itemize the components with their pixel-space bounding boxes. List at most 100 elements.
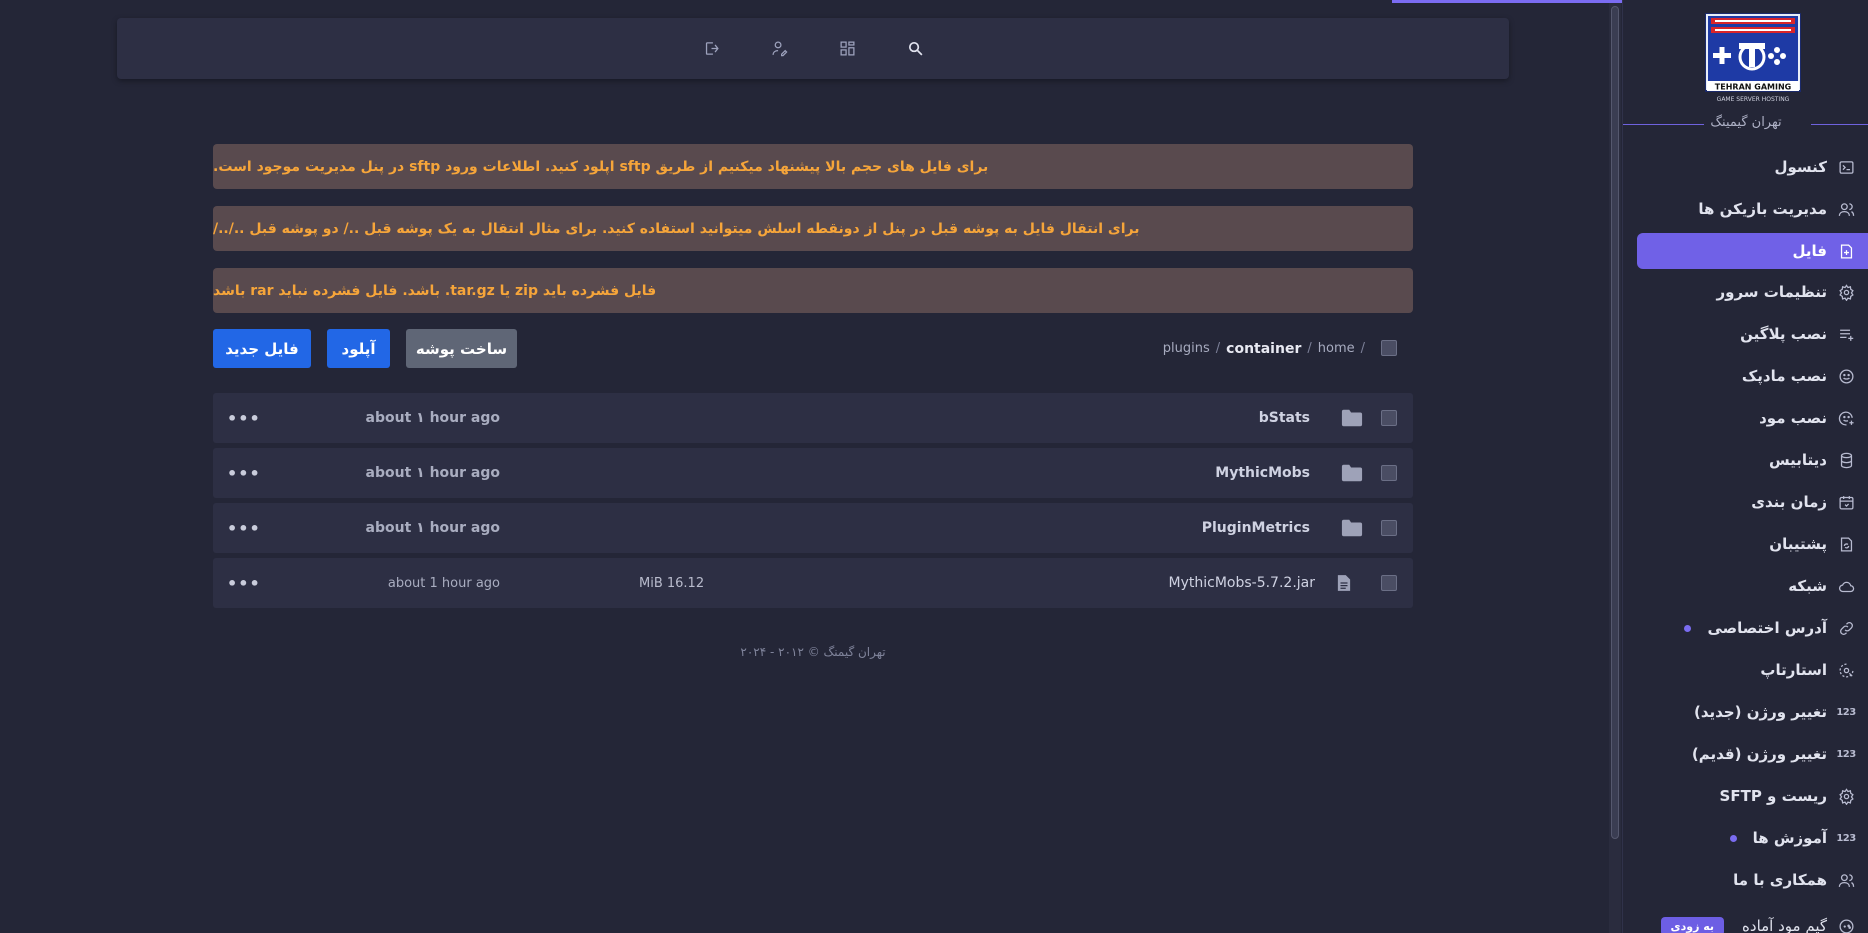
new-folder-button[interactable]: ساخت پوشه [406,329,517,368]
file-size: MiB 16.12 [639,575,705,591]
file-row[interactable]: bStats about ۱ hour ago ••• [213,393,1413,443]
calendar-icon [1837,493,1855,511]
sidebar-item-server-settings[interactable]: تنظیمات سرور [1637,274,1868,310]
sidebar: TEHRAN GAMING GAME SERVER HOSTING تهران … [1622,0,1868,933]
gamepad-icon [1837,917,1855,933]
scrollbar-thumb[interactable] [1611,6,1619,839]
notice-text: برای فایل های حجم بالا پیشنهاد میکنیم از… [213,158,989,175]
row-checkbox[interactable] [1381,465,1397,481]
new-file-button[interactable]: فایل جدید [213,329,311,368]
file-row[interactable]: PluginMetrics about ۱ hour ago ••• [213,503,1413,553]
database-icon [1837,451,1855,469]
notice-text: فایل فشرده باید zip یا tar.gz. باشد. فای… [213,282,657,299]
users-icon [1837,200,1855,218]
console-icon [1837,158,1855,176]
notice-text: برای انتقال فایل به پوشه قبل در پنل از د… [213,220,1140,237]
smile-icon [1837,367,1855,385]
sidebar-item-reset-sftp[interactable]: ریست و SFTP [1637,778,1868,814]
sidebar-item-label: تغییر ورژن (قدیم) [1691,745,1827,763]
folder-icon [1341,518,1363,538]
notice-move-files: برای انتقال فایل به پوشه قبل در پنل از د… [213,206,1413,251]
search-icon[interactable] [899,33,931,65]
sidebar-item-dedicated-address[interactable]: آدرس اختصاصی [1637,610,1868,646]
breadcrumb-root[interactable]: / [1361,341,1365,356]
numbers-icon: 123 [1836,832,1856,844]
row-menu-button[interactable]: ••• [227,448,261,498]
file-modified: about ۱ hour ago [365,410,500,426]
dashboard-grid-icon[interactable] [831,33,863,65]
row-checkbox[interactable] [1381,520,1397,536]
breadcrumb-plugins[interactable]: plugins [1163,341,1210,356]
sidebar-item-label: تغییر ورژن (جدید) [1693,703,1827,721]
file-actions-row: فایل جدید آپلود ساخت پوشه plugins / cont… [213,329,1413,368]
sidebar-item-install-mod[interactable]: نصب مود [1637,400,1868,436]
sidebar-item-label: فایل [1792,242,1827,260]
sidebar-item-install-modpack[interactable]: نصب مادپک [1637,358,1868,394]
sidebar-item-schedules[interactable]: زمان بندی [1637,484,1868,520]
file-name[interactable]: MythicMobs-5.7.2.jar [1169,558,1316,608]
top-toolbar [117,18,1509,79]
file-modified: about ۱ hour ago [365,520,500,536]
file-row[interactable]: MythicMobs-5.7.2.jar MiB 16.12 about 1 h… [213,558,1413,608]
users-icon [1837,871,1855,889]
sidebar-item-label: نصب مادپک [1741,367,1827,385]
file-name[interactable]: bStats [1259,393,1310,443]
gear-icon [1837,283,1855,301]
row-menu-button[interactable]: ••• [227,503,261,553]
cloud-icon [1837,577,1855,595]
document-icon [1337,574,1359,594]
numbers-icon: 123 [1836,748,1856,760]
file-row[interactable]: MythicMobs about ۱ hour ago ••• [213,448,1413,498]
sidebar-item-backups[interactable]: پشتیبان [1637,526,1868,562]
gear-icon [1837,787,1855,805]
notice-large-files: برای فایل های حجم بالا پیشنهاد میکنیم از… [213,144,1413,189]
file-modified: about ۱ hour ago [365,465,500,481]
file-plus-icon [1837,242,1855,260]
sidebar-item-startup[interactable]: استارتاپ [1637,652,1868,688]
list-plus-icon [1837,325,1855,343]
coming-soon-badge: به زودی [1660,916,1725,933]
folder-icon [1341,463,1363,483]
file-sync-icon [1837,535,1855,553]
sidebar-item-network[interactable]: شبکه [1637,568,1868,604]
sidebar-item-ready-gamemode[interactable]: گیم مود آماده به زودی [1637,908,1868,933]
sidebar-item-version-old[interactable]: تغییر ورژن (قدیم) 123 [1637,736,1868,772]
sidebar-item-label: دیتابیس [1768,451,1827,469]
sidebar-item-install-plugin[interactable]: نصب پلاگین [1637,316,1868,352]
smile-plus-icon [1837,409,1855,427]
file-name[interactable]: MythicMobs [1215,448,1310,498]
sidebar-item-console[interactable]: کنسول [1637,149,1868,185]
logo-text: TEHRAN GAMING [1715,83,1791,92]
sidebar-item-label: ریست و SFTP [1719,787,1827,805]
sidebar-item-label: همکاری با ما [1733,871,1827,889]
select-all-checkbox[interactable] [1381,340,1397,356]
sidebar-item-files[interactable]: فایل [1637,233,1868,269]
tehran-gaming-logo[interactable]: TEHRAN GAMING GAME SERVER HOSTING [1704,12,1802,105]
brand-row: تهران گیمینگ [1623,115,1868,135]
sidebar-item-label: آدرس اختصاصی [1707,619,1827,637]
sidebar-item-label: گیم مود آماده [1742,917,1827,933]
breadcrumb-home[interactable]: home [1318,341,1355,356]
notice-archive-format: فایل فشرده باید zip یا tar.gz. باشد. فای… [213,268,1413,313]
logout-icon[interactable] [695,33,727,65]
row-checkbox[interactable] [1381,575,1397,591]
breadcrumb-container[interactable]: container [1226,341,1301,357]
link-icon [1837,619,1855,637]
sidebar-item-database[interactable]: دیتابیس [1637,442,1868,478]
sidebar-item-players[interactable]: مدیریت بازیکن ها [1637,191,1868,227]
sidebar-item-label: زمان بندی [1751,493,1827,511]
user-edit-icon[interactable] [763,33,795,65]
row-menu-button[interactable]: ••• [227,558,261,608]
sidebar-item-label: کنسول [1774,158,1827,176]
upload-button[interactable]: آپلود [327,329,390,368]
sidebar-item-label: آموزش ها [1752,829,1827,847]
sidebar-item-label: مدیریت بازیکن ها [1698,200,1827,218]
file-name[interactable]: PluginMetrics [1202,503,1310,553]
sidebar-item-tutorials[interactable]: آموزش ها 123 [1637,820,1868,856]
sidebar-item-label: شبکه [1788,577,1827,595]
status-dot [1684,624,1692,632]
sidebar-item-version-new[interactable]: تغییر ورژن (جدید) 123 [1637,694,1868,730]
sidebar-item-partnership[interactable]: همکاری با ما [1637,862,1868,898]
row-checkbox[interactable] [1381,410,1397,426]
row-menu-button[interactable]: ••• [227,393,261,443]
